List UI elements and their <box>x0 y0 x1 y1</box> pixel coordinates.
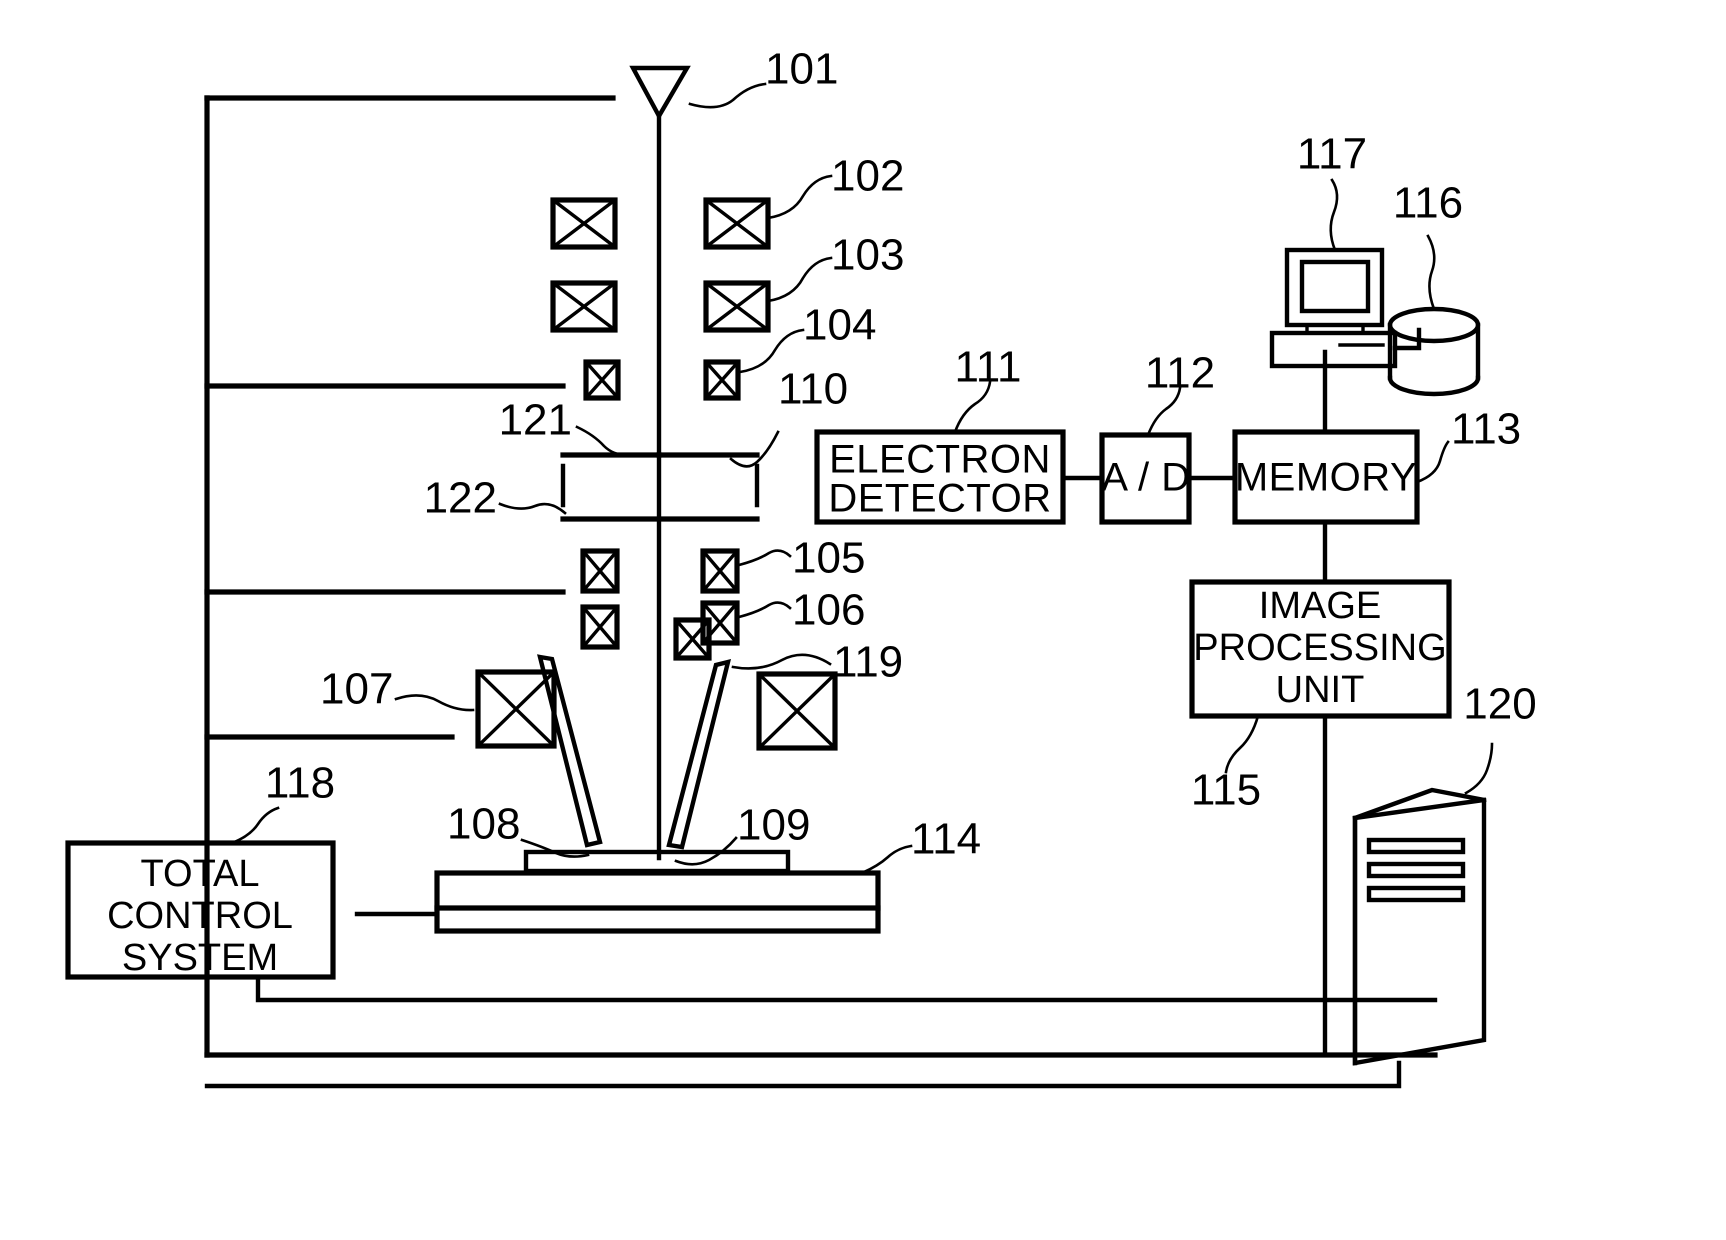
block-label-image-processing-unit: IMAGE PROCESSING UNIT <box>1193 585 1446 711</box>
memory-label: MEMORY <box>1235 456 1417 500</box>
ref-113: 113 <box>1451 405 1521 454</box>
aperture-plate-right-110 <box>656 452 760 508</box>
ref-118: 118 <box>265 759 335 808</box>
disk-storage <box>1387 306 1481 397</box>
ref-120: 120 <box>1463 680 1536 729</box>
ref-101: 101 <box>765 45 838 94</box>
detector-electrode-right <box>666 658 732 850</box>
ipu-line-2: PROCESSING <box>1193 627 1446 669</box>
ref-114: 114 <box>911 815 981 864</box>
ref-110: 110 <box>778 365 848 414</box>
tcs-line-3: SYSTEM <box>122 937 278 979</box>
specimen-stage <box>354 870 881 934</box>
ref-121: 121 <box>499 396 572 445</box>
electron-detector-line-1: ELECTRON <box>829 438 1051 482</box>
tcs-line-2: CONTROL <box>107 895 293 937</box>
ref-105: 105 <box>792 534 865 583</box>
ref-111: 111 <box>955 343 1022 392</box>
ref-103: 103 <box>831 231 904 280</box>
ref-102: 102 <box>831 152 904 201</box>
block-label-total-control-system: TOTAL CONTROL SYSTEM <box>107 853 293 979</box>
patent-figure-canvas: ELECTRON DETECTOR A / D MEMORY IMAGE PRO… <box>0 0 1726 1240</box>
block-label-electron-detector: ELECTRON DETECTOR <box>828 438 1051 521</box>
display-terminal <box>1269 247 1398 369</box>
ref-108: 108 <box>447 800 520 849</box>
electron-gun <box>629 65 691 121</box>
ref-112: 112 <box>1145 349 1215 398</box>
ref-104: 104 <box>803 301 876 350</box>
aperture-coil <box>583 359 741 401</box>
host-computer-tower <box>1352 787 1487 1066</box>
tcs-line-1: TOTAL <box>141 853 260 895</box>
electron-detector-line-2: DETECTOR <box>828 477 1051 521</box>
ad-converter-label: A / D <box>1101 456 1190 500</box>
wire-tower-to-bus <box>204 1060 1402 1089</box>
ipu-line-3: UNIT <box>1276 669 1365 711</box>
detector-electrode-left <box>537 654 603 848</box>
ref-119: 119 <box>833 638 903 687</box>
ref-122: 122 <box>424 474 497 523</box>
ref-107: 107 <box>320 665 393 714</box>
objective-lens-left <box>475 669 557 749</box>
wire-tcs-secondary-bus <box>255 974 1438 1003</box>
ipu-line-1: IMAGE <box>1259 585 1381 627</box>
objective-lens-right <box>756 671 838 751</box>
aperture-plate-upper-121 <box>560 452 662 508</box>
ref-106: 106 <box>792 586 865 635</box>
ref-115: 115 <box>1191 766 1261 815</box>
ref-116: 116 <box>1393 179 1463 228</box>
ref-109: 109 <box>737 801 810 850</box>
ref-117: 117 <box>1297 130 1367 179</box>
